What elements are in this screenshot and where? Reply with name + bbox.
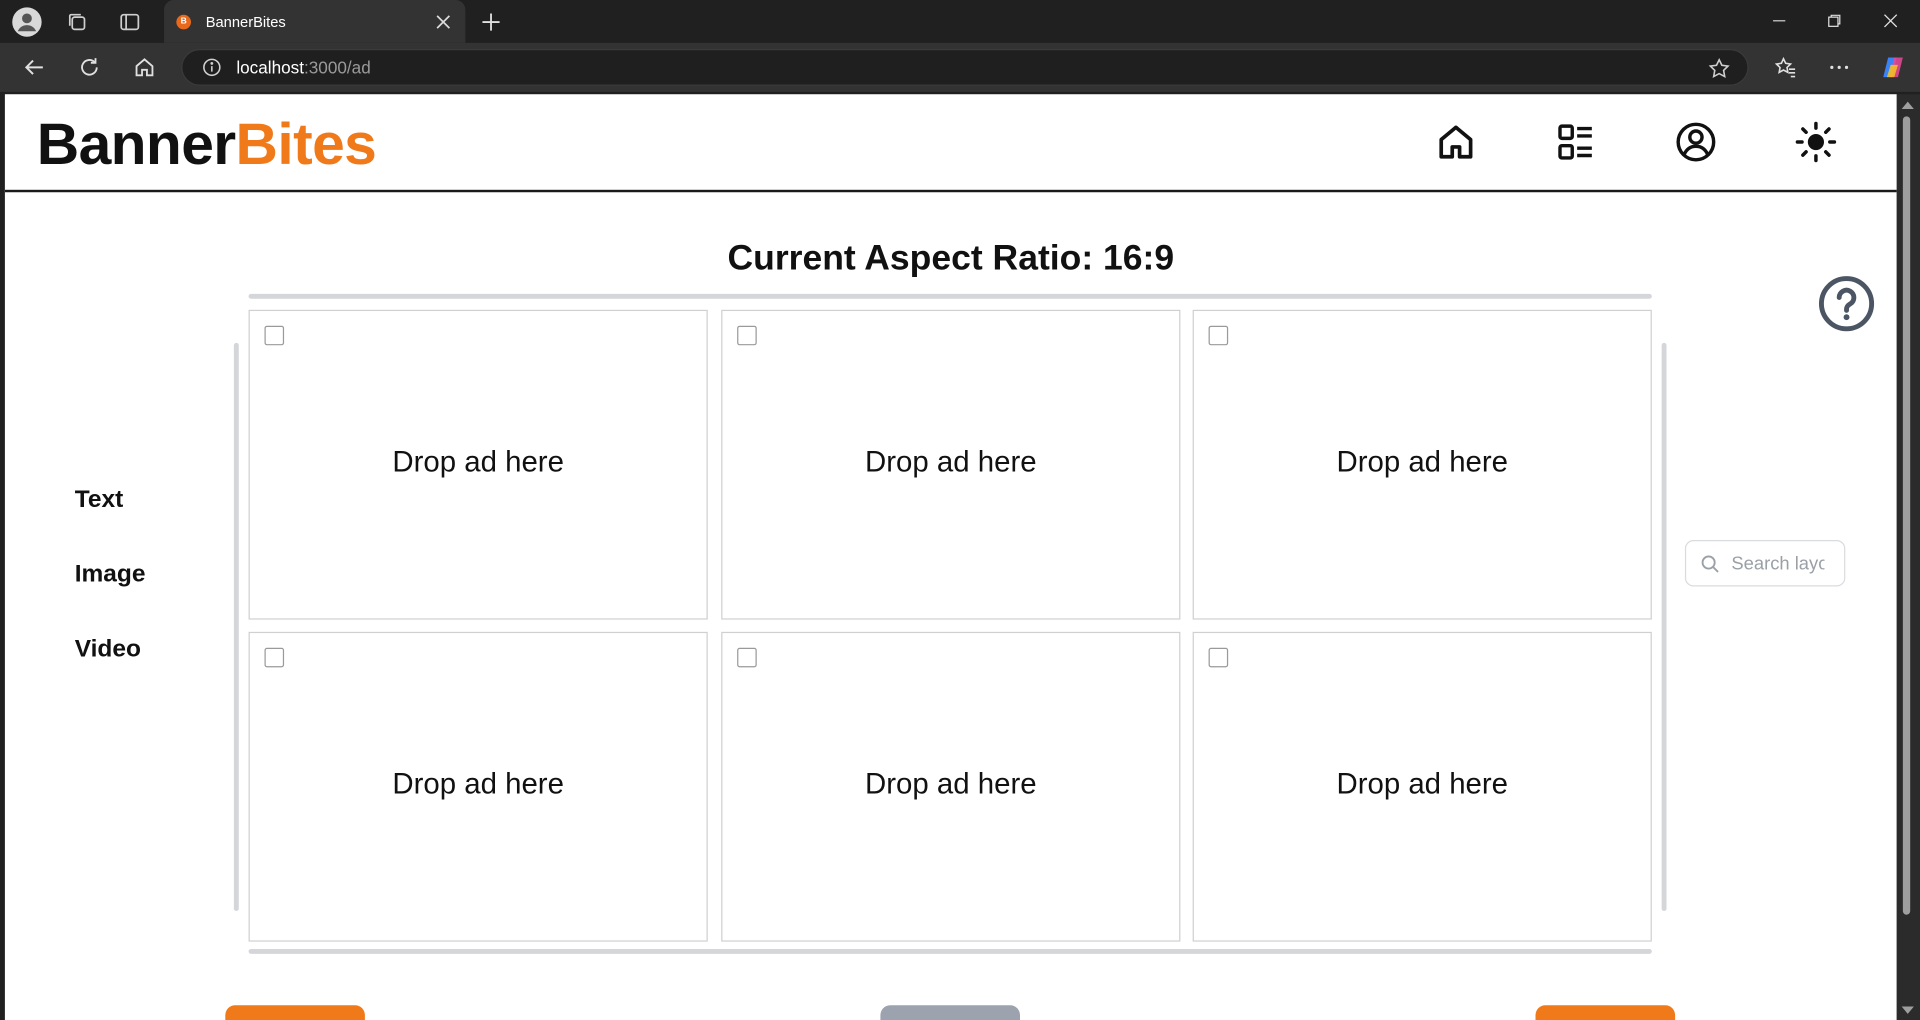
drop-cell[interactable]: Drop ad here	[248, 631, 708, 942]
drop-cell-label: Drop ad here	[865, 445, 1037, 479]
browser-toolbar: localhost :3000/ad	[0, 42, 1920, 92]
left-resize-bar[interactable]	[233, 342, 239, 912]
left-action-button[interactable]	[225, 1005, 365, 1020]
copilot-icon[interactable]	[1876, 50, 1910, 84]
drop-cell[interactable]: Drop ad here	[248, 309, 708, 620]
top-resize-bar[interactable]	[248, 293, 1652, 299]
sidebar-item-image[interactable]: Image	[75, 561, 146, 589]
favicon-icon: B	[176, 14, 192, 29]
drop-cell[interactable]: Drop ad here	[721, 309, 1181, 620]
cell-select-checkbox[interactable]	[737, 325, 757, 346]
bottom-resize-bar[interactable]	[248, 948, 1652, 954]
restore-icon[interactable]	[1806, 5, 1862, 37]
user-account-icon[interactable]	[1675, 121, 1717, 163]
cell-select-checkbox[interactable]	[264, 647, 285, 668]
layout-search-box[interactable]	[1684, 540, 1846, 587]
right-action-button[interactable]	[1535, 1005, 1676, 1020]
drop-cell[interactable]: Drop ad here	[1192, 309, 1652, 620]
drop-cell-label: Drop ad here	[1336, 445, 1509, 479]
home-icon[interactable]	[1435, 121, 1477, 163]
layouts-list-icon[interactable]	[1555, 121, 1597, 163]
back-icon[interactable]	[17, 50, 51, 84]
sidebar-item-video[interactable]: Video	[75, 636, 141, 664]
browser-tab-active[interactable]: B BannerBites	[164, 0, 466, 43]
aspect-ratio-title: Current Aspect Ratio: 16:9	[727, 238, 1175, 278]
scroll-down-icon[interactable]	[1901, 1006, 1914, 1014]
cell-select-checkbox[interactable]	[264, 325, 285, 346]
tab-title: BannerBites	[205, 12, 286, 31]
scrollbar-thumb[interactable]	[1902, 116, 1911, 915]
site-info-icon[interactable]	[202, 58, 222, 78]
browser-titlebar: B BannerBites	[0, 0, 1920, 43]
drop-cell-label: Drop ad here	[1336, 767, 1509, 801]
help-question-icon[interactable]	[1818, 276, 1875, 332]
drop-cell-label: Drop ad here	[392, 767, 564, 801]
drop-cell[interactable]: Drop ad here	[1192, 631, 1652, 942]
center-action-button[interactable]	[880, 1005, 1021, 1020]
tab-close-icon[interactable]	[431, 9, 455, 33]
favorite-star-icon[interactable]	[1708, 57, 1730, 80]
page-viewport: BannerBites Current Aspect Ratio: 16:9 T…	[4, 94, 1897, 1020]
logo-part2: Bites	[235, 112, 377, 178]
theme-toggle-sun-icon[interactable]	[1795, 121, 1837, 163]
scroll-up-icon[interactable]	[1901, 101, 1914, 109]
minimize-icon[interactable]	[1751, 5, 1807, 37]
app-header: BannerBites	[4, 94, 1897, 193]
url-path: :3000/ad	[303, 57, 371, 78]
page-scrollbar[interactable]	[1896, 94, 1920, 1020]
close-window-icon[interactable]	[1862, 5, 1918, 37]
refresh-icon[interactable]	[72, 50, 106, 84]
cell-select-checkbox[interactable]	[737, 647, 757, 668]
right-resize-bar[interactable]	[1661, 342, 1667, 912]
drop-cell[interactable]: Drop ad here	[721, 631, 1181, 942]
search-input[interactable]	[1731, 552, 1825, 574]
app-logo[interactable]: BannerBites	[36, 111, 377, 178]
address-bar[interactable]: localhost :3000/ad	[181, 48, 1749, 86]
drop-cell-label: Drop ad here	[392, 445, 564, 479]
drop-cell-label: Drop ad here	[865, 767, 1037, 801]
favorites-icon[interactable]	[1768, 50, 1802, 84]
search-icon	[1701, 554, 1719, 572]
sidebar-item-text[interactable]: Text	[75, 486, 124, 514]
logo-part1: Banner	[36, 112, 236, 178]
profile-icon[interactable]	[11, 6, 43, 38]
more-options-icon[interactable]	[1822, 50, 1856, 84]
workspaces-icon[interactable]	[61, 6, 93, 38]
new-tab-icon[interactable]	[475, 6, 507, 38]
tab-actions-icon[interactable]	[114, 6, 146, 38]
home-browser-icon[interactable]	[127, 50, 161, 84]
cell-select-checkbox[interactable]	[1208, 647, 1229, 668]
url-host: localhost	[236, 57, 304, 78]
cell-select-checkbox[interactable]	[1208, 325, 1229, 346]
